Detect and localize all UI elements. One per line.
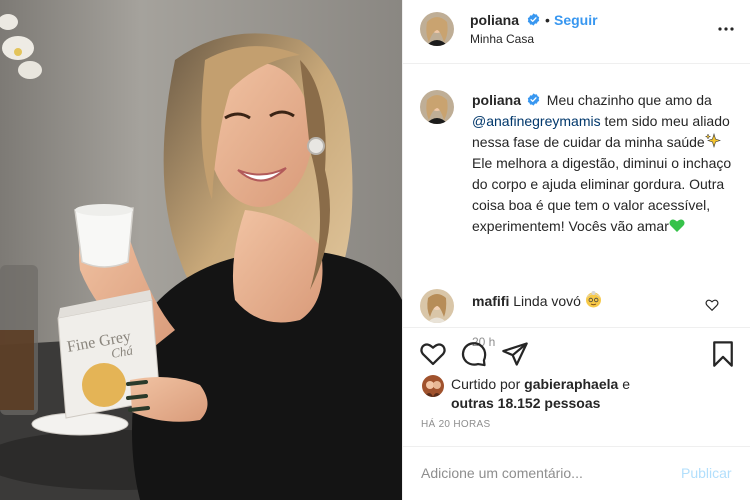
publish-button[interactable]: Publicar [681, 465, 732, 481]
caption-username[interactable]: poliana [472, 92, 521, 108]
comment-body: Linda vovó [513, 293, 581, 309]
post-header: poliana • Seguir Minha Casa [403, 0, 750, 64]
liker-avatar[interactable] [422, 375, 444, 397]
comment-like-heart-icon[interactable] [705, 298, 719, 312]
post-photo-illustration: Fine Grey Chá [0, 0, 402, 500]
likes-conjunction: e [622, 376, 630, 392]
green-heart-emoji [669, 219, 685, 232]
heart-icon[interactable] [419, 340, 447, 368]
likes-prefix: Curtido por [451, 376, 521, 392]
post-timestamp[interactable]: HÁ 20 HORAS [421, 419, 490, 430]
comment-icon[interactable] [460, 340, 488, 368]
author-username[interactable]: poliana [470, 12, 519, 28]
more-options-icon[interactable] [714, 17, 738, 41]
follow-button[interactable]: Seguir [554, 12, 598, 28]
post-details-panel: poliana • Seguir Minha Casa poliana Meu … [402, 0, 750, 500]
first-liker-username[interactable]: gabieraphaela [524, 376, 618, 392]
caption-mention-link[interactable]: @anafinegreymamis [472, 113, 601, 129]
comment-row: mafifi Linda vovó [403, 287, 750, 323]
post-location[interactable]: Minha Casa [470, 32, 534, 46]
caption-text-part3: Ele melhora a digestão, diminui o inchaç… [472, 155, 732, 234]
grandma-emoji [585, 291, 601, 308]
header-separator: • [545, 12, 550, 28]
likes-text: Curtido por gabieraphaela e outras 18.15… [451, 375, 741, 413]
commenter-avatar[interactable] [420, 289, 454, 323]
comment-text: mafifi Linda vovó [472, 291, 602, 309]
share-icon[interactable] [501, 340, 529, 368]
sparkles-emoji [704, 133, 721, 149]
commenter-username[interactable]: mafifi [472, 293, 509, 309]
bookmark-icon[interactable] [709, 340, 737, 368]
post-caption: poliana Meu chazinho que amo da @anafine… [472, 90, 734, 237]
likes-summary: Curtido por gabieraphaela e outras 18.15… [403, 372, 750, 412]
other-likes-count[interactable]: outras 18.152 pessoas [451, 395, 600, 411]
verified-badge-icon [527, 13, 540, 26]
comment-input[interactable] [421, 461, 661, 485]
add-comment-bar: Publicar [403, 446, 750, 500]
post-photo[interactable]: Fine Grey Chá [0, 0, 402, 500]
caption-author-avatar[interactable] [420, 90, 454, 124]
verified-badge-icon [527, 93, 540, 106]
author-avatar[interactable] [420, 12, 454, 46]
caption-text-part1: Meu chazinho que amo da [546, 92, 712, 108]
